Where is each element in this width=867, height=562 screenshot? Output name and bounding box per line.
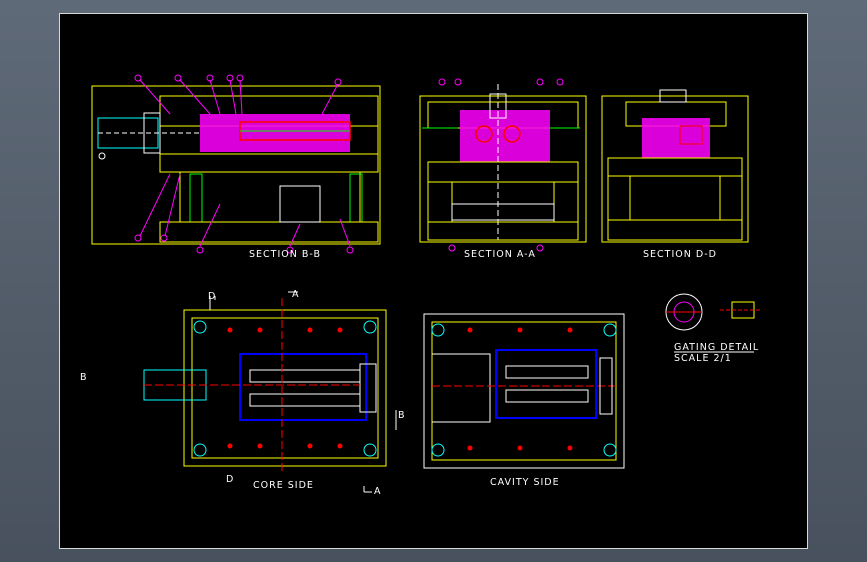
cavity-insert <box>495 349 597 419</box>
side-cylinder <box>143 369 207 401</box>
section-dd-title: SECTION D-D <box>643 249 717 260</box>
section-dd-view: SECTION D-D <box>601 89 749 260</box>
cut-marker-b-right: B <box>398 410 406 421</box>
cavity-side-view: CAVITY SIDE <box>423 313 625 488</box>
section-aa-title: SECTION A-A <box>464 249 536 260</box>
section-aa-view: SECTION A-A <box>419 78 587 260</box>
core-side-title: CORE SIDE <box>253 480 314 491</box>
cavity-side-title: CAVITY SIDE <box>490 477 560 488</box>
gating-detail-title: GATING DETAIL <box>674 342 759 353</box>
cut-marker-a-top: A <box>292 289 300 300</box>
cut-marker-a-bottom: A <box>374 486 382 497</box>
core-side-view: D A B B D A CORE SIDE <box>80 289 406 497</box>
cut-marker-d-top: D <box>208 291 216 302</box>
cavity-block <box>642 118 710 158</box>
drawing-sheet: SECTION B-B SECTION A-A SECTION D-D GATI… <box>59 13 808 549</box>
gating-detail-scale: SCALE 2/1 <box>674 353 732 364</box>
core-insert <box>239 353 367 421</box>
cut-marker-d-bottom: D <box>226 474 234 485</box>
cut-marker-b-left: B <box>80 372 88 383</box>
section-bb-view: SECTION B-B <box>91 74 381 260</box>
cavity-insert <box>200 114 350 152</box>
gating-detail-view: GATING DETAIL SCALE 2/1 <box>665 293 760 364</box>
section-bb-title: SECTION B-B <box>249 249 321 260</box>
cad-drawing: SECTION B-B SECTION A-A SECTION D-D GATI… <box>80 74 760 497</box>
